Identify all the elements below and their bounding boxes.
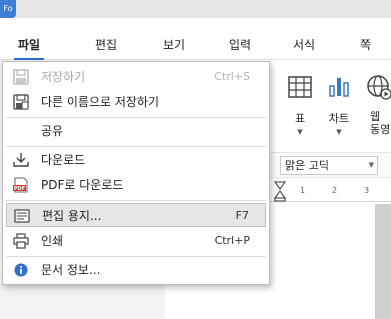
bar-chart-icon bbox=[329, 78, 349, 97]
ruler: 1 2 3 bbox=[268, 180, 391, 202]
font-family-value: 맑은 고딕 bbox=[285, 159, 329, 172]
page-setup-icon bbox=[14, 209, 30, 223]
menu-item-label: 편집 용지... bbox=[42, 209, 102, 223]
menu-item-label: 공유 bbox=[41, 124, 64, 138]
chart-label: 차트 bbox=[328, 112, 350, 125]
menu-edit[interactable]: 편집 bbox=[95, 18, 117, 60]
table-caret-icon[interactable]: ▼ bbox=[280, 128, 320, 136]
ruler-mark: 3 bbox=[364, 186, 370, 195]
menu-item-download[interactable]: 다운로드 bbox=[6, 148, 266, 172]
menu-separator bbox=[6, 256, 266, 257]
menu-item-doc-info[interactable]: 문서 정보... bbox=[6, 258, 266, 282]
menu-item-page-setup[interactable]: 편집 용지... F7 bbox=[6, 203, 266, 227]
menu-file[interactable]: 파일 bbox=[13, 18, 45, 60]
ruler-mark: 1 bbox=[300, 186, 306, 195]
menu-item-label: 다른 이름으로 저장하기 bbox=[41, 95, 160, 109]
info-icon bbox=[14, 263, 28, 277]
globe-video-icon bbox=[367, 75, 391, 100]
menu-format[interactable]: 서식 bbox=[293, 18, 315, 60]
pdf-icon: PDF bbox=[13, 177, 28, 193]
menu-item-shortcut: Ctrl+S bbox=[214, 70, 250, 83]
pdf-badge-text: PDF bbox=[14, 186, 25, 192]
menu-item-shortcut: Ctrl+P bbox=[214, 234, 250, 247]
menu-item-save[interactable]: 저장하기 Ctrl+S bbox=[6, 65, 266, 89]
menu-view[interactable]: 보기 bbox=[163, 18, 185, 60]
menu-item-label: 인쇄 bbox=[41, 234, 64, 248]
save-icon bbox=[13, 69, 29, 85]
menu-item-share[interactable]: 공유 bbox=[6, 119, 266, 143]
ribbon-toolbar: 표 ▼ 차트 ▼ 웹 동영상 bbox=[268, 66, 391, 146]
menu-separator bbox=[6, 117, 266, 118]
corner-badge: Fo bbox=[0, 0, 16, 18]
file-menu-dropdown: 저장하기 Ctrl+S 다른 이름으로 저장하기 공유 다운로드 PDF PDF… bbox=[2, 61, 270, 285]
format-bar: 맑은 고딕 ▼ bbox=[268, 152, 391, 178]
menu-separator bbox=[6, 146, 266, 147]
menubar: 파일 편집 보기 입력 서식 쪽 bbox=[0, 18, 391, 60]
menu-item-label: 저장하기 bbox=[41, 70, 86, 84]
web-video-button[interactable]: 웹 동영상 bbox=[362, 66, 391, 146]
table-icon bbox=[288, 76, 312, 98]
font-family-select[interactable]: 맑은 고딕 ▼ bbox=[280, 156, 378, 175]
menu-insert[interactable]: 입력 bbox=[229, 18, 251, 60]
menu-page[interactable]: 쪽 bbox=[360, 18, 371, 60]
menu-item-print[interactable]: 인쇄 Ctrl+P bbox=[6, 229, 266, 253]
menu-item-label: PDF로 다운로드 bbox=[41, 178, 124, 192]
table-button[interactable]: 표 ▼ bbox=[280, 66, 320, 146]
menu-item-save-as[interactable]: 다른 이름으로 저장하기 bbox=[6, 90, 266, 114]
print-icon bbox=[13, 233, 29, 249]
indent-marker-icon[interactable] bbox=[274, 180, 286, 202]
table-label: 표 bbox=[294, 112, 306, 125]
menu-item-pdf-download[interactable]: PDF PDF로 다운로드 bbox=[6, 173, 266, 197]
menu-item-label: 다운로드 bbox=[41, 153, 86, 167]
menu-item-shortcut: F7 bbox=[235, 209, 249, 222]
web-video-label: 웹 동영상 bbox=[370, 110, 391, 136]
save-as-icon bbox=[13, 94, 29, 110]
chart-button[interactable]: 차트 ▼ bbox=[319, 66, 359, 146]
download-icon bbox=[13, 153, 29, 167]
ruler-mark: 2 bbox=[332, 186, 338, 195]
menu-separator bbox=[6, 200, 266, 201]
canvas-background bbox=[375, 204, 391, 319]
chart-caret-icon[interactable]: ▼ bbox=[319, 128, 359, 136]
menu-item-label: 문서 정보... bbox=[41, 263, 101, 277]
dropdown-caret-icon: ▼ bbox=[368, 161, 374, 169]
